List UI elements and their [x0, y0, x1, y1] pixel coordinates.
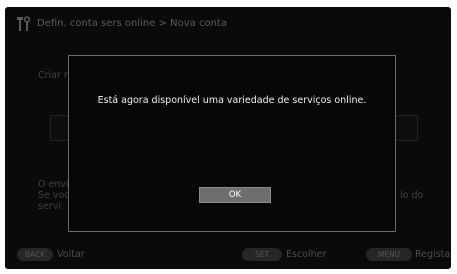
choose-button[interactable]: Escolher	[286, 248, 326, 261]
set-key-icon: SET	[242, 248, 282, 261]
tools-icon	[17, 16, 31, 31]
back-button[interactable]: Voltar	[57, 248, 85, 261]
info-dialog: Está agora disponível uma variedade de s…	[68, 55, 396, 232]
breadcrumb-title: Defin. conta sers online > Nova conta	[37, 18, 227, 29]
background-text-line1: Criar n	[38, 70, 70, 81]
ok-button[interactable]: OK	[199, 187, 271, 203]
register-button[interactable]: Registar	[415, 248, 451, 261]
back-key-icon: BACK	[17, 248, 53, 261]
camera-screen: Defin. conta sers online > Nova conta Cr…	[5, 7, 451, 269]
background-text-line4: servi	[38, 201, 61, 212]
background-text-line3-right: lo do	[400, 190, 424, 201]
header-bar: Defin. conta sers online > Nova conta	[5, 7, 451, 41]
menu-key-icon: MENU	[366, 248, 412, 261]
dialog-message: Está agora disponível uma variedade de s…	[97, 95, 367, 106]
background-text-line3: Se voc	[38, 190, 70, 201]
background-text-line2: O envi	[38, 179, 69, 190]
footer-bar: BACK Voltar SET Escolher MENU Registar	[5, 246, 451, 264]
